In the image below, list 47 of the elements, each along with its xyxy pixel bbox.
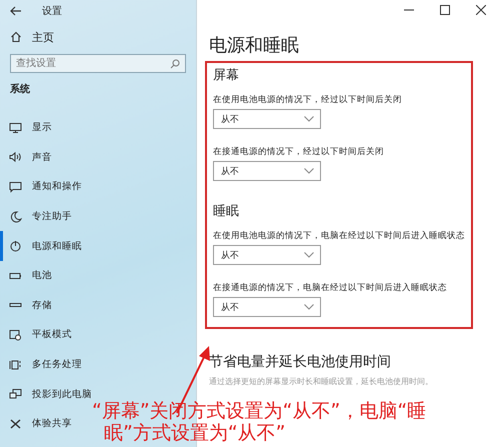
dropdown[interactable]: 从不: [213, 109, 321, 129]
dropdown[interactable]: 从不: [213, 297, 321, 317]
home-nav-item[interactable]: 主页: [0, 24, 196, 50]
group-heading: 屏幕: [213, 67, 240, 85]
section-heading: 系统: [9, 83, 31, 97]
nav-icon: [9, 328, 22, 341]
description-text: 通过选择更短的屏幕显示时长和睡眠设置，延长电池使用时间。: [209, 376, 434, 387]
search-icon: [170, 59, 180, 69]
maximize-icon[interactable]: [440, 5, 450, 15]
chevron-icon: [304, 304, 314, 310]
nav-item[interactable]: 专注助手: [0, 202, 72, 232]
chevron-icon: [304, 116, 314, 122]
close-icon[interactable]: [476, 5, 486, 15]
nav-icon: [9, 388, 22, 400]
search-field[interactable]: 查找设置: [10, 54, 186, 73]
annotation-text: 眠”方式设置为“从不”: [104, 422, 286, 444]
setting-label: 在使用电池电源的情况下，电脑在经过以下时间后进入睡眠状态: [213, 230, 466, 243]
nav-icon: [9, 180, 22, 193]
nav-icon: [9, 210, 22, 223]
home-icon: [10, 31, 22, 43]
nav-item[interactable]: 显示: [0, 113, 52, 143]
nav-item[interactable]: 声音: [0, 142, 52, 172]
nav-item[interactable]: 体验共享: [0, 408, 72, 439]
page-title: 电源和睡眠: [209, 34, 300, 55]
nav-item[interactable]: 多任务处理: [0, 350, 82, 380]
nav-item[interactable]: 通知和操作: [0, 172, 82, 202]
setting-label: 在使用电池电源的情况下，经过以下时间后关闭: [213, 94, 403, 107]
section-heading: 节省电量并延长电池使用时间: [209, 353, 392, 371]
back-arrow-icon[interactable]: [10, 6, 22, 16]
nav-icon: [9, 122, 22, 134]
dropdown[interactable]: 从不: [213, 161, 321, 181]
dropdown[interactable]: 从不: [213, 245, 321, 265]
chevron-icon: [304, 168, 314, 174]
nav-item[interactable]: 电池: [0, 260, 52, 291]
nav-item[interactable]: 电源和睡眠: [0, 231, 82, 261]
nav-icon: [9, 151, 22, 164]
setting-label: 在接通电源的情况下，经过以下时间后关闭: [213, 146, 385, 159]
nav-icon: [9, 240, 22, 252]
chevron-icon: [304, 252, 314, 258]
nav-item[interactable]: 存储: [0, 290, 52, 320]
nav-icon: [9, 418, 22, 430]
setting-label: 在接通电源的情况下，电脑在经过以下时间后进入睡眠状态: [213, 282, 448, 295]
nav-item[interactable]: 平板模式: [0, 320, 72, 350]
group-heading: 睡眠: [213, 203, 240, 221]
window-title: 设置: [42, 4, 62, 18]
nav-icon: [9, 358, 22, 371]
nav-item[interactable]: 投影到此电脑: [0, 379, 92, 409]
